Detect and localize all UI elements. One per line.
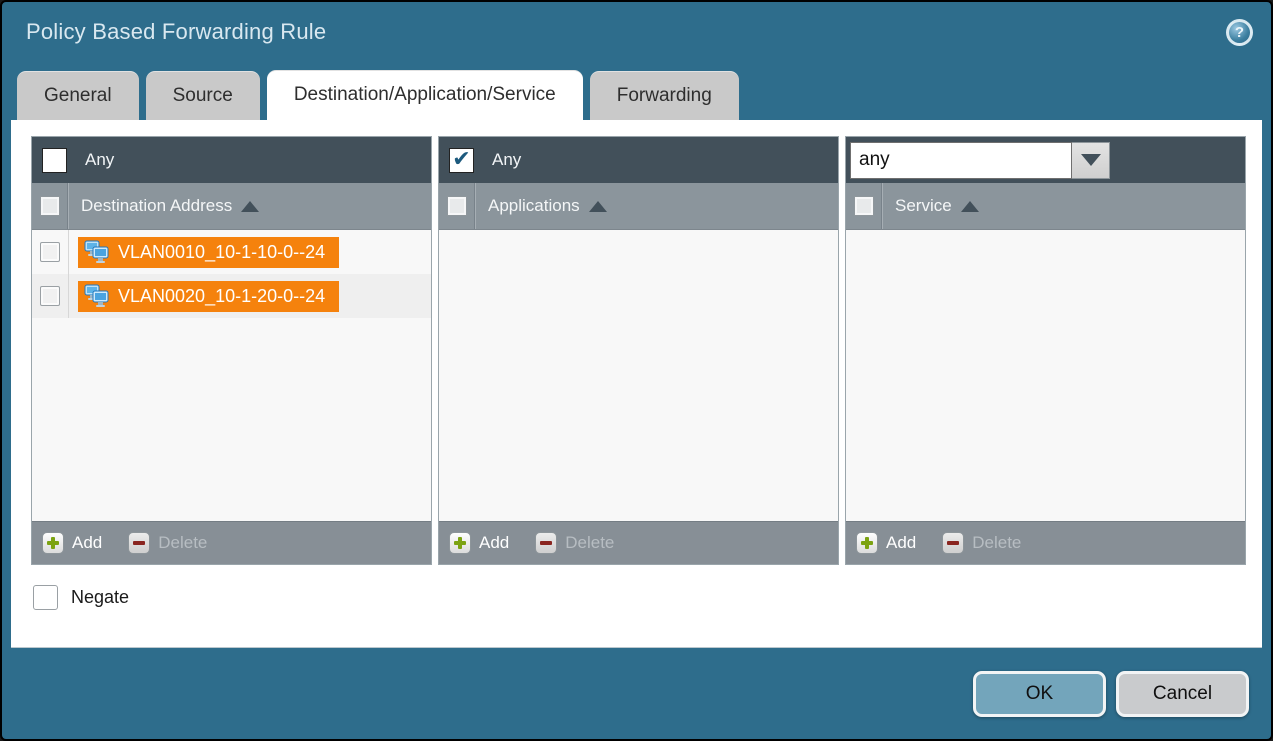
service-header-label: Service xyxy=(895,196,952,216)
service-column: Service Add Delete xyxy=(845,136,1246,565)
address-group-icon xyxy=(84,240,110,264)
sort-ascending-icon xyxy=(961,201,979,212)
policy-based-forwarding-rule-dialog: Policy Based Forwarding Rule ? General S… xyxy=(0,0,1273,741)
destination-any-bar: Any xyxy=(32,137,431,183)
applications-header[interactable]: Applications xyxy=(439,183,838,230)
address-label: VLAN0020_10-1-20-0--24 xyxy=(118,286,325,307)
tab-content-panel: Any Destination Address xyxy=(11,120,1262,648)
applications-column: ✔ Any Applications Add xyxy=(438,136,839,565)
header-divider xyxy=(882,183,883,229)
service-dropdown-bar xyxy=(846,137,1245,183)
address-group-icon xyxy=(84,284,110,308)
service-list xyxy=(846,230,1245,521)
help-icon[interactable]: ? xyxy=(1226,19,1253,46)
destination-delete-button[interactable]: Delete xyxy=(128,532,207,554)
service-add-button[interactable]: Add xyxy=(856,532,916,554)
negate-row: Negate xyxy=(33,585,1246,610)
destination-address-header-label: Destination Address xyxy=(81,196,232,216)
address-badge: VLAN0020_10-1-20-0--24 xyxy=(78,281,339,312)
destination-row-vlan0020[interactable]: VLAN0020_10-1-20-0--24 xyxy=(32,274,431,318)
service-footer-bar: Add Delete xyxy=(846,521,1245,564)
service-dropdown-button[interactable] xyxy=(1072,142,1110,179)
sort-ascending-icon xyxy=(241,201,259,212)
destination-any-checkbox[interactable] xyxy=(42,148,67,173)
applications-any-checkbox[interactable]: ✔ xyxy=(449,148,474,173)
applications-footer-bar: Add Delete xyxy=(439,521,838,564)
address-label: VLAN0010_10-1-10-0--24 xyxy=(118,242,325,263)
delete-icon xyxy=(942,532,964,554)
dialog-button-bar: OK Cancel xyxy=(973,671,1249,717)
row-checkbox[interactable] xyxy=(40,242,60,262)
negate-checkbox[interactable] xyxy=(33,585,58,610)
row-checkbox[interactable] xyxy=(40,286,60,306)
tab-destination-application-service[interactable]: Destination/Application/Service xyxy=(267,70,583,122)
cancel-button[interactable]: Cancel xyxy=(1116,671,1249,717)
add-icon xyxy=(449,532,471,554)
destination-add-button[interactable]: Add xyxy=(42,532,102,554)
tab-bar: General Source Destination/Application/S… xyxy=(2,62,1271,120)
destination-select-all-checkbox[interactable] xyxy=(40,196,60,216)
ok-button[interactable]: OK xyxy=(973,671,1106,717)
tab-general[interactable]: General xyxy=(17,71,139,120)
applications-header-label: Applications xyxy=(488,196,580,216)
destination-any-label: Any xyxy=(85,150,114,170)
applications-list xyxy=(439,230,838,521)
destination-address-column: Any Destination Address xyxy=(31,136,432,565)
destination-footer-bar: Add Delete xyxy=(32,521,431,564)
check-icon: ✔ xyxy=(452,148,470,170)
chevron-down-icon xyxy=(1081,154,1101,166)
applications-any-bar: ✔ Any xyxy=(439,137,838,183)
sort-ascending-icon xyxy=(589,201,607,212)
service-delete-button[interactable]: Delete xyxy=(942,532,1021,554)
add-icon xyxy=(42,532,64,554)
destination-address-list: VLAN0010_10-1-10-0--24 xyxy=(32,230,431,521)
applications-any-label: Any xyxy=(492,150,521,170)
add-icon xyxy=(856,532,878,554)
applications-delete-button[interactable]: Delete xyxy=(535,532,614,554)
header-divider xyxy=(475,183,476,229)
service-select-all-checkbox[interactable] xyxy=(854,196,874,216)
negate-label: Negate xyxy=(71,587,129,608)
service-dropdown-input[interactable] xyxy=(850,142,1072,179)
destination-row-vlan0010[interactable]: VLAN0010_10-1-10-0--24 xyxy=(32,230,431,274)
tab-forwarding[interactable]: Forwarding xyxy=(590,71,739,120)
address-badge: VLAN0010_10-1-10-0--24 xyxy=(78,237,339,268)
applications-select-all-checkbox[interactable] xyxy=(447,196,467,216)
service-header[interactable]: Service xyxy=(846,183,1245,230)
dialog-title: Policy Based Forwarding Rule xyxy=(26,19,326,45)
destination-address-header[interactable]: Destination Address xyxy=(32,183,431,230)
delete-icon xyxy=(128,532,150,554)
tab-source[interactable]: Source xyxy=(146,71,260,120)
delete-icon xyxy=(535,532,557,554)
dialog-titlebar: Policy Based Forwarding Rule ? xyxy=(2,2,1271,62)
header-divider xyxy=(68,183,69,229)
applications-add-button[interactable]: Add xyxy=(449,532,509,554)
columns-container: Any Destination Address xyxy=(31,136,1246,565)
